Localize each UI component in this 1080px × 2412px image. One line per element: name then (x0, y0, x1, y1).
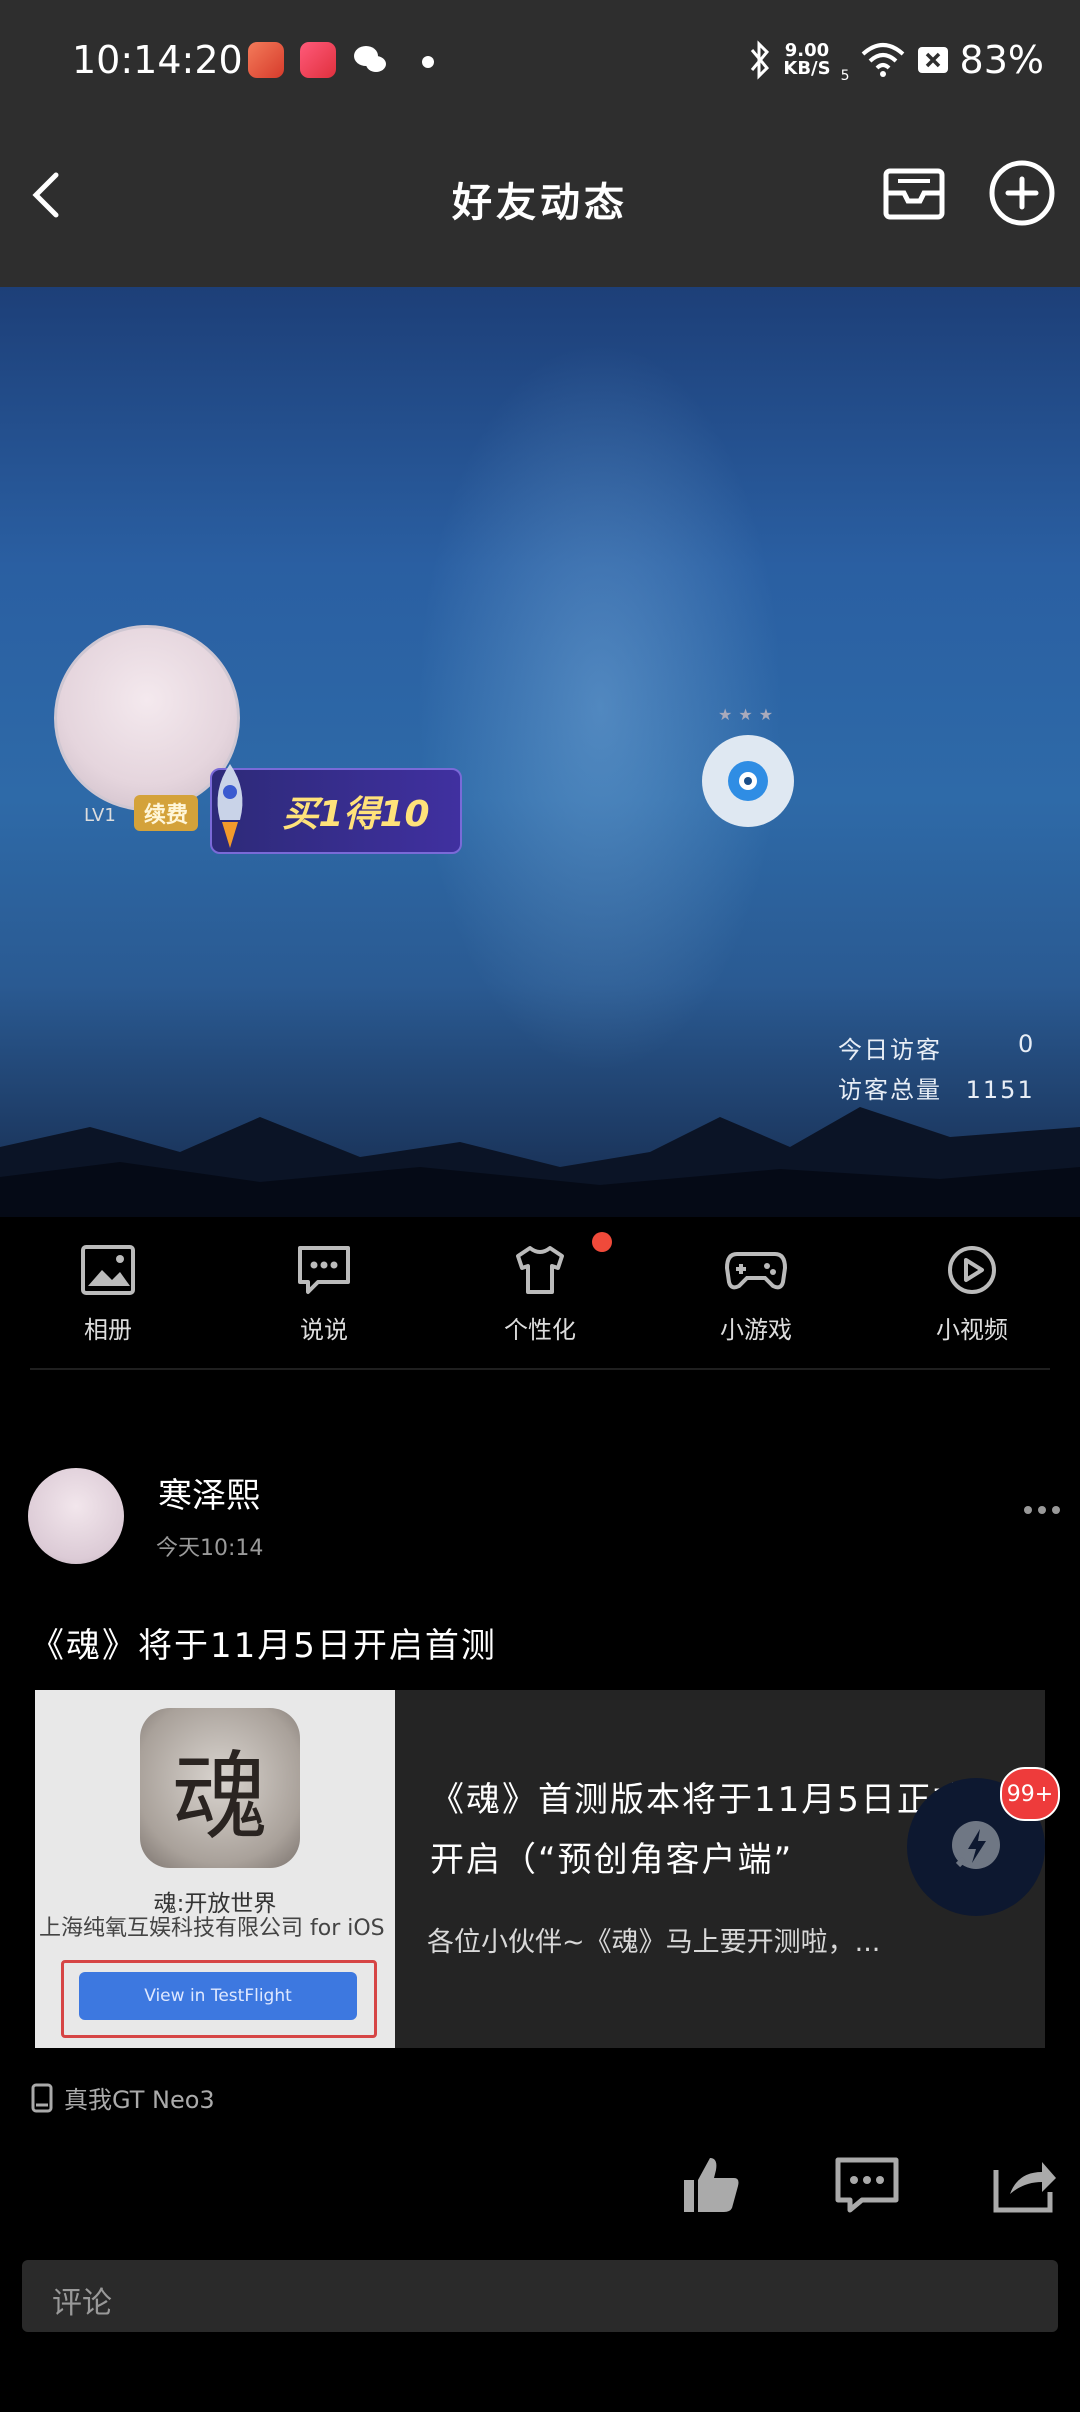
post-author-name[interactable]: 寒泽熙 (158, 1468, 260, 1517)
visitors-total-value: 1151 (965, 1076, 1035, 1104)
game-app-icon (248, 42, 284, 78)
comment-icon (835, 2157, 899, 2213)
menu-item-minigame[interactable]: 小游戏 (686, 1242, 826, 1345)
menu-item-label: 相册 (84, 1316, 132, 1344)
post-text: 《魂》将于11月5日开启首测 (30, 1626, 497, 1666)
level-badge: LV1 (84, 805, 116, 826)
video-app-icon (300, 42, 336, 78)
share-icon (993, 2162, 1056, 2213)
new-indicator-dot (592, 1232, 612, 1252)
status-icons: 9.00 KB/S 5 83% (747, 36, 1044, 84)
menu-item-label: 小游戏 (720, 1316, 792, 1344)
promo-text: 买1得10 (282, 794, 430, 835)
plus-circle-icon (989, 160, 1055, 226)
album-icon (81, 1245, 135, 1295)
menu-item-label: 个性化 (504, 1316, 576, 1344)
menu-item-label: 说说 (300, 1316, 348, 1344)
visitor-button[interactable] (702, 735, 794, 827)
testflight-button: View in TestFlight (79, 1972, 357, 2020)
wifi-icon (861, 43, 904, 77)
feature-menu: 相册 说说 个性化 小游戏 小视频 (0, 1217, 1080, 1367)
top-nav: 好友动态 (0, 125, 1080, 287)
menu-item-personalize[interactable]: 个性化 (470, 1242, 610, 1345)
card-thumbnail: 魂 魂:开放世界 上海纯氧互娱科技有限公司 for iOS View in Te… (35, 1690, 395, 2048)
status-bar: 10:14:20 9.00 KB/S 5 83% (0, 0, 1080, 125)
more-dots-icon (1024, 1506, 1060, 1514)
thumbs-up-icon (684, 2158, 739, 2212)
visitors-today-value: 0 (1018, 1030, 1036, 1058)
battery-level: 83% (959, 38, 1044, 82)
like-button[interactable] (676, 2150, 746, 2220)
visitors-today: 今日访客 0 (838, 1030, 1033, 1065)
wechat-icon (352, 42, 388, 78)
network-speed: 9.00 KB/S (783, 42, 830, 78)
play-icon (948, 1246, 996, 1294)
post-time: 今天10:14 (156, 1536, 264, 1561)
renew-badge[interactable]: 续费 (134, 795, 199, 831)
envelope-icon (883, 168, 945, 220)
menu-item-album[interactable]: 相册 (38, 1242, 178, 1345)
status-time: 10:14:20 (72, 38, 243, 82)
notification-dot (422, 56, 434, 68)
share-button[interactable] (990, 2150, 1060, 2220)
thumb-company: 上海纯氧互娱科技有限公司 for iOS (39, 1916, 385, 1941)
visitor-stars: ★★★ (718, 705, 780, 724)
menu-item-shuoshuo[interactable]: 说说 (254, 1242, 394, 1345)
bluetooth-icon (751, 40, 770, 80)
more-options-button[interactable] (1022, 1485, 1062, 1525)
post-device: 真我GT Neo3 (30, 2080, 215, 2115)
signal-label: 5 (840, 68, 850, 84)
menu-item-shortvideo[interactable]: 小视频 (902, 1242, 1042, 1345)
visitors-today-label: 今日访客 (838, 1036, 942, 1064)
shared-link-card[interactable]: 魂 魂:开放世界 上海纯氧互娱科技有限公司 for iOS View in Te… (35, 1690, 1045, 2048)
lightning-chat-icon (952, 1821, 1000, 1869)
post-author-avatar[interactable] (28, 1468, 124, 1564)
add-button[interactable] (982, 153, 1062, 233)
gamepad-icon (724, 1252, 788, 1290)
shirt-icon (516, 1246, 564, 1294)
visitors-total-label: 访客总量 (838, 1076, 942, 1104)
messages-button[interactable] (874, 153, 954, 233)
rocket-icon (217, 764, 243, 848)
chat-icon (298, 1246, 350, 1294)
divider (30, 1368, 1050, 1370)
speed-unit: KB/S (783, 58, 831, 79)
visitors-total: 访客总量 1151 (838, 1070, 1035, 1105)
device-name: 真我GT Neo3 (64, 2086, 215, 2114)
no-sim-icon (917, 47, 948, 73)
phone-icon (31, 2083, 53, 2112)
menu-item-label: 小视频 (936, 1316, 1008, 1344)
card-description: 各位小伙伴~《魂》马上要开测啦，... (427, 1927, 881, 1958)
game-logo: 魂 (140, 1708, 300, 1868)
unread-badge: 99+ (1000, 1767, 1060, 1821)
comment-placeholder: 评论 (52, 2286, 112, 2321)
comment-button[interactable] (832, 2150, 902, 2220)
eye-icon (728, 761, 768, 801)
comment-input[interactable]: 评论 (22, 2260, 1058, 2332)
